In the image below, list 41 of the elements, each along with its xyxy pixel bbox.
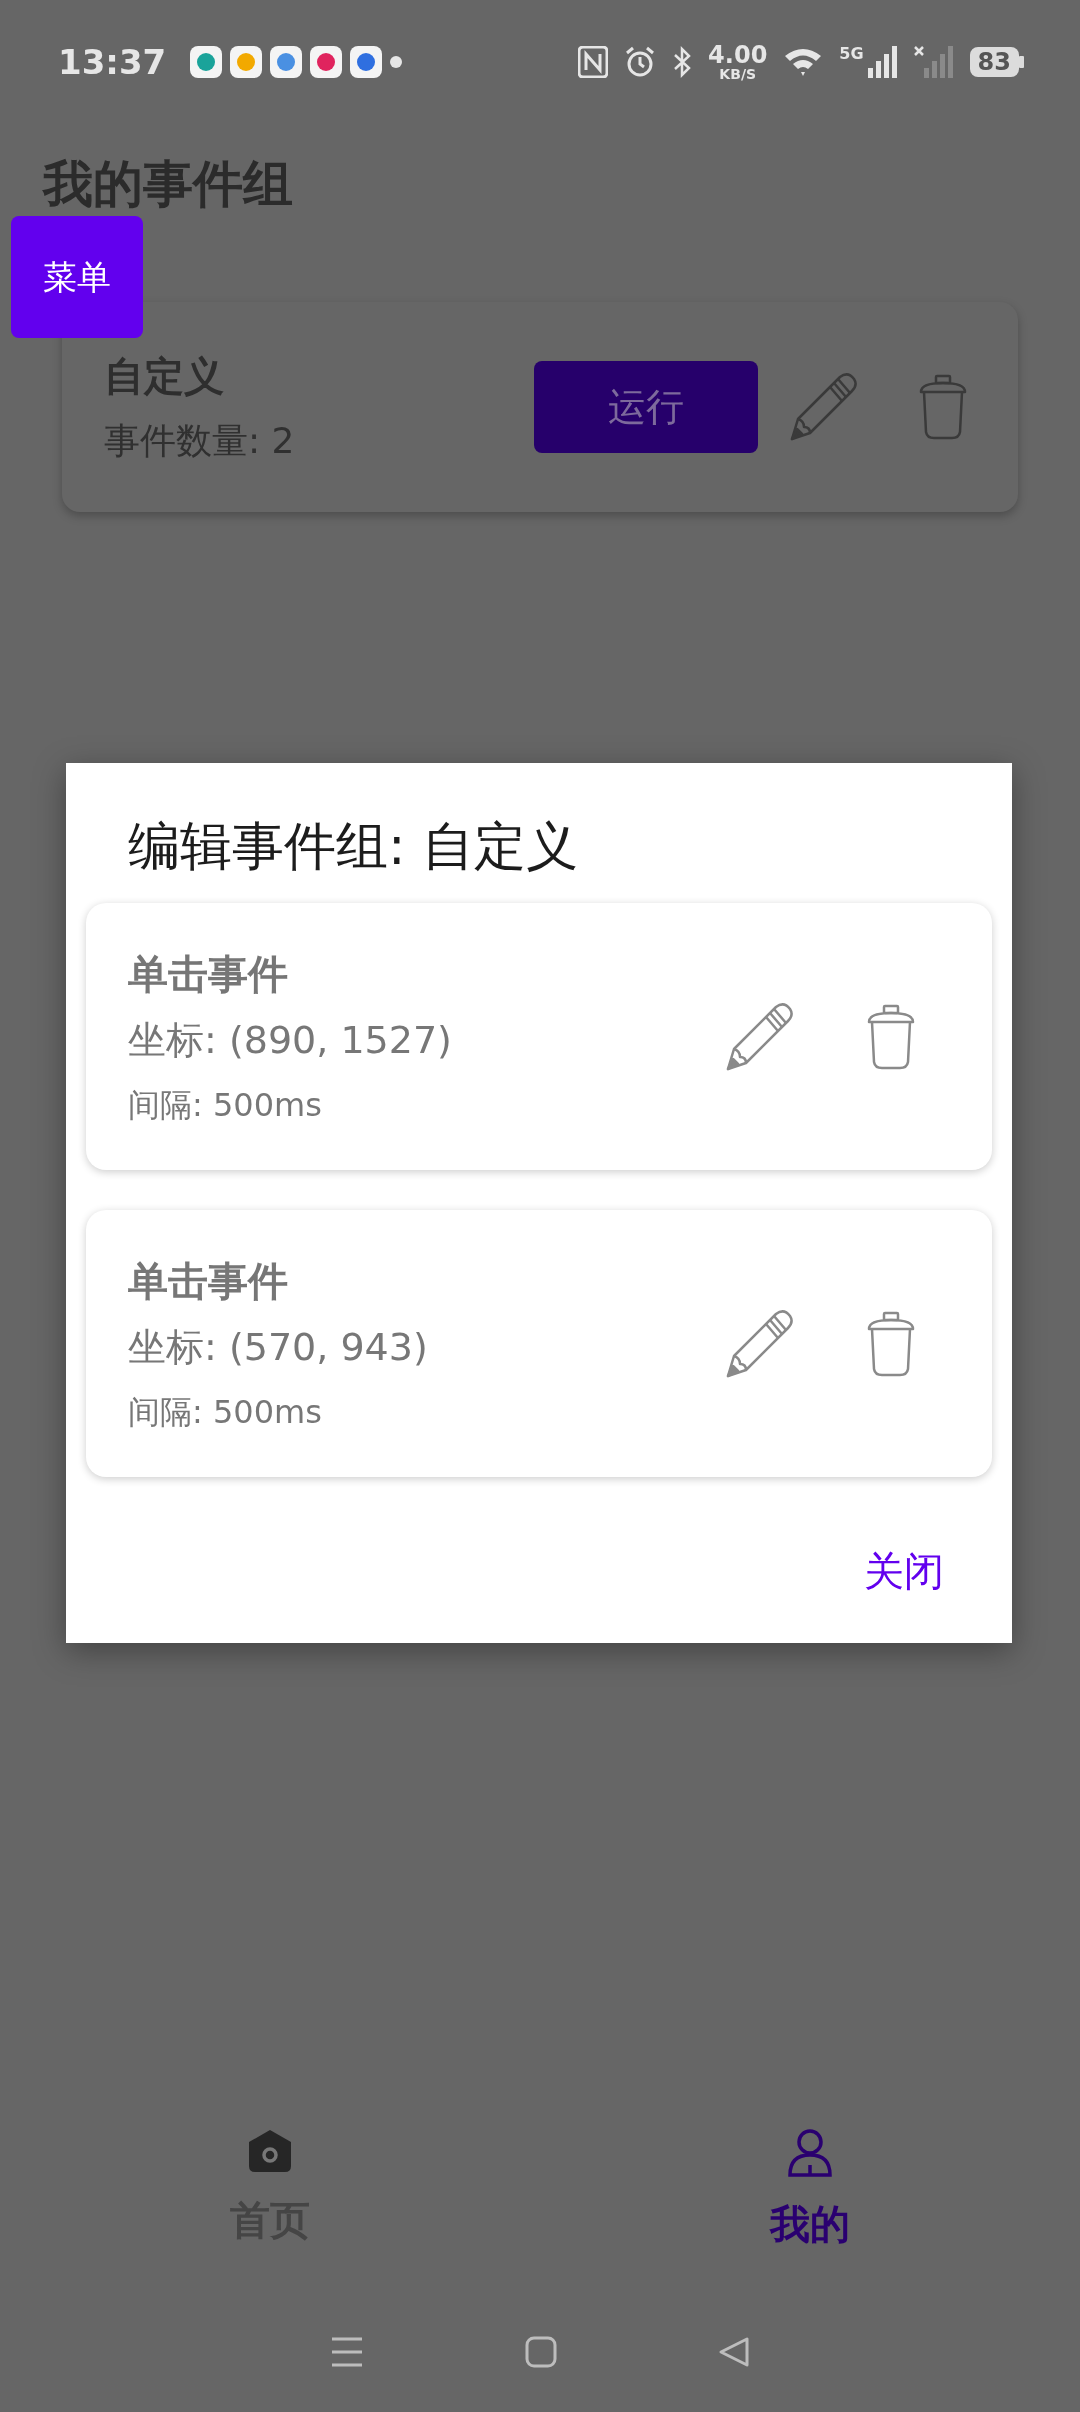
menu-icon[interactable]: [330, 2336, 365, 2368]
bluetooth-icon: [672, 46, 693, 78]
notification-app-icon: [310, 46, 343, 78]
status-time: 13:37: [58, 40, 167, 84]
network-speed: 4.00: [708, 43, 768, 67]
signal-icon: [867, 46, 898, 78]
event-coordinates: 坐标: (890, 1527): [128, 1017, 453, 1065]
nav-tab[interactable]: 我的: [540, 2112, 1080, 2292]
event-interval: 间隔: 500ms: [128, 1392, 323, 1434]
notification-app-icon: [230, 46, 263, 78]
event-coordinates: 坐标: (570, 943): [128, 1324, 429, 1372]
back-icon[interactable]: [717, 2336, 750, 2368]
home-button-icon[interactable]: [525, 2336, 557, 2368]
delete-icon[interactable]: [866, 1003, 916, 1070]
more-notifications-dot-icon: [390, 56, 403, 68]
dialog-title: 编辑事件组: 自定义: [128, 815, 580, 878]
delete-icon[interactable]: [866, 1310, 916, 1377]
wifi-icon: [783, 46, 824, 78]
run-button[interactable]: 运行: [534, 361, 758, 453]
page-title: 我的事件组: [43, 154, 294, 214]
edit-icon[interactable]: [724, 1000, 794, 1073]
event-interval: 间隔: 500ms: [128, 1085, 323, 1127]
notification-app-icon: [190, 46, 223, 78]
delete-icon[interactable]: [918, 374, 968, 440]
notification-app-icon: [350, 46, 383, 78]
group-name: 自定义: [104, 352, 225, 401]
network-type: 5G: [839, 46, 864, 62]
edit-icon[interactable]: [788, 371, 858, 443]
home-icon: [247, 2128, 293, 2174]
no-signal-icon: [913, 46, 954, 78]
person-icon: [787, 2128, 833, 2178]
speed-unit: KB/S: [718, 67, 758, 81]
notification-app-icon: [270, 46, 303, 78]
nfc-icon: [578, 46, 609, 78]
close-button[interactable]: 关闭: [864, 1541, 944, 1602]
edit-icon[interactable]: [724, 1307, 794, 1380]
event-title: 单击事件: [128, 1257, 289, 1307]
battery-level: 83: [969, 47, 1019, 77]
menu-button[interactable]: 菜单: [11, 216, 143, 338]
event-title: 单击事件: [128, 950, 289, 1000]
alarm-clock-icon: [624, 46, 657, 78]
